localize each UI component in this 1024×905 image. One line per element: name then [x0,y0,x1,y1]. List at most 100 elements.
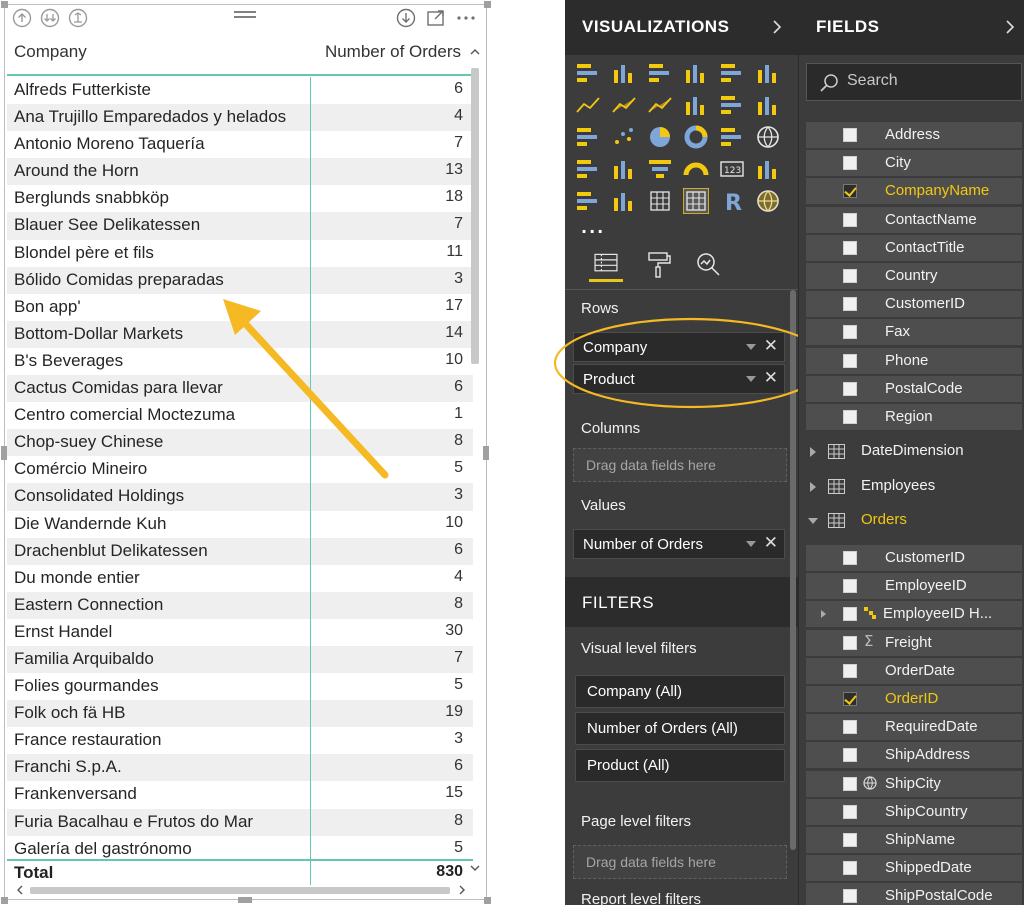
field-item[interactable]: ShipPostalCode [806,883,1022,905]
gauge-icon[interactable] [683,156,709,182]
expanded-caret-icon[interactable] [808,518,818,524]
table-row[interactable]: Berglunds snabbköp 18 [7,185,473,212]
table-row[interactable]: Centro comercial Moctezuma 1 [7,402,473,429]
field-checkbox[interactable] [843,861,857,876]
field-checkbox[interactable] [843,889,857,904]
field-checkbox[interactable] [843,184,857,199]
analytics-magnifier-icon[interactable] [691,248,725,282]
shape-map-icon[interactable] [611,156,637,182]
field-checkbox[interactable] [843,381,857,396]
columns-dropzone[interactable]: Drag data fields here [573,448,787,482]
field-item[interactable]: Fax [806,319,1022,346]
line-chart-icon[interactable] [575,92,601,118]
funnel-icon[interactable] [647,156,673,182]
100-stacked-bar-icon[interactable] [719,60,745,86]
field-checkbox[interactable] [843,297,857,312]
map-icon[interactable] [755,124,781,150]
horizontal-scroll-thumb[interactable] [30,887,450,894]
fields-search[interactable] [806,63,1022,101]
clustered-bar-icon[interactable] [647,60,673,86]
collapse-chevron-icon[interactable] [1005,19,1015,35]
table-row[interactable]: Du monde entier 4 [7,565,473,592]
slicer-icon[interactable] [611,188,637,214]
filter-card-orders[interactable]: Number of Orders (All) [575,712,785,745]
scroll-up-icon[interactable] [470,48,480,56]
field-checkbox[interactable] [843,156,857,171]
column-header-orders[interactable]: Number of Orders [325,42,461,62]
field-item[interactable]: EmployeeID [806,573,1022,600]
table-visual[interactable]: Company Number of Orders Alfreds Futterk… [0,0,492,905]
table-row[interactable]: Bon app' 17 [7,294,473,321]
table-row[interactable]: Blondel père et fils 11 [7,240,473,267]
line-stacked-column-icon[interactable] [719,92,745,118]
stacked-column-icon[interactable] [611,60,637,86]
card-icon[interactable]: 123 [719,156,745,182]
table-row[interactable]: Franchi S.p.A. 6 [7,754,473,782]
field-item[interactable]: Country [806,263,1022,289]
line-clustered-column-icon[interactable] [683,92,709,118]
field-checkbox[interactable] [843,635,857,650]
donut-chart-icon[interactable] [683,124,709,150]
resize-handle-bottom[interactable] [238,897,252,903]
field-checkbox[interactable] [843,720,857,735]
table-row[interactable]: Bólido Comidas preparadas 3 [7,266,473,294]
rows-field-product[interactable]: Product ✕ [573,364,785,394]
resize-handle-bottom-right[interactable] [484,897,491,904]
resize-handle-top-left[interactable] [1,1,8,8]
area-chart-icon[interactable] [611,92,637,118]
field-item[interactable]: CustomerID [806,291,1022,318]
column-header-company[interactable]: Company [14,42,87,62]
table-row[interactable]: Familia Arquibaldo 7 [7,645,473,674]
r-script-icon[interactable]: R [719,188,745,214]
collapse-chevron-icon[interactable] [772,19,782,35]
field-item[interactable]: PostalCode [806,375,1022,402]
clustered-column-icon[interactable] [683,60,709,86]
go-next-level-icon[interactable] [40,8,60,28]
field-checkbox[interactable] [843,804,857,819]
field-checkbox[interactable] [843,663,857,678]
kpi-icon[interactable] [575,188,601,214]
drill-down-icon[interactable] [396,8,416,28]
field-item[interactable]: ShipCity [806,770,1022,797]
field-item[interactable]: Region [806,404,1022,430]
table-row[interactable]: Consolidated Holdings 3 [7,483,473,511]
expand-caret-icon[interactable] [820,609,828,619]
scroll-down-icon[interactable] [470,864,480,872]
field-table-orders[interactable]: Orders [806,507,1022,535]
field-item[interactable]: City [806,150,1022,177]
table-row[interactable]: Alfreds Futterkiste 6 [7,77,473,104]
field-item[interactable]: EmployeeID H... [806,601,1022,628]
field-item[interactable]: Address [806,122,1022,148]
expand-hierarchy-icon[interactable] [68,8,88,28]
resize-handle-top-right[interactable] [484,1,491,8]
field-checkbox[interactable] [843,240,857,255]
table-row[interactable]: Die Wandernde Kuh 10 [7,511,473,538]
table-row[interactable]: Around the Horn 13 [7,158,473,186]
field-checkbox[interactable] [843,212,857,227]
table-row[interactable]: Folk och fä HB 19 [7,700,473,728]
field-checkbox[interactable] [843,410,857,424]
table-row[interactable]: Chop-suey Chinese 8 [7,429,473,457]
table-row[interactable]: France restauration 3 [7,727,473,754]
field-item[interactable]: OrderID [806,686,1022,712]
field-checkbox[interactable] [843,325,857,340]
field-item[interactable]: Σ Freight [806,629,1022,656]
focus-mode-icon[interactable] [426,8,446,28]
table-row[interactable]: Bottom-Dollar Markets 14 [7,320,473,348]
vertical-scroll-thumb[interactable] [471,68,479,364]
values-field-orders[interactable]: Number of Orders ✕ [573,529,785,559]
rows-field-company[interactable]: Company ✕ [573,332,785,362]
field-checkbox[interactable] [843,607,857,622]
table-row[interactable]: Cactus Comidas para llevar 6 [7,375,473,403]
pie-chart-icon[interactable] [647,124,673,150]
treemap-icon[interactable] [719,124,745,150]
more-options-icon[interactable] [456,8,476,28]
stacked-bar-icon[interactable] [575,60,601,86]
field-checkbox[interactable] [843,551,857,565]
dropdown-caret-icon[interactable] [746,541,756,547]
multi-row-card-icon[interactable] [755,156,781,182]
more-visuals[interactable]: ... [581,218,605,237]
field-checkbox[interactable] [843,269,857,283]
field-item[interactable]: Phone [806,347,1022,374]
collapsed-caret-icon[interactable] [810,447,816,457]
